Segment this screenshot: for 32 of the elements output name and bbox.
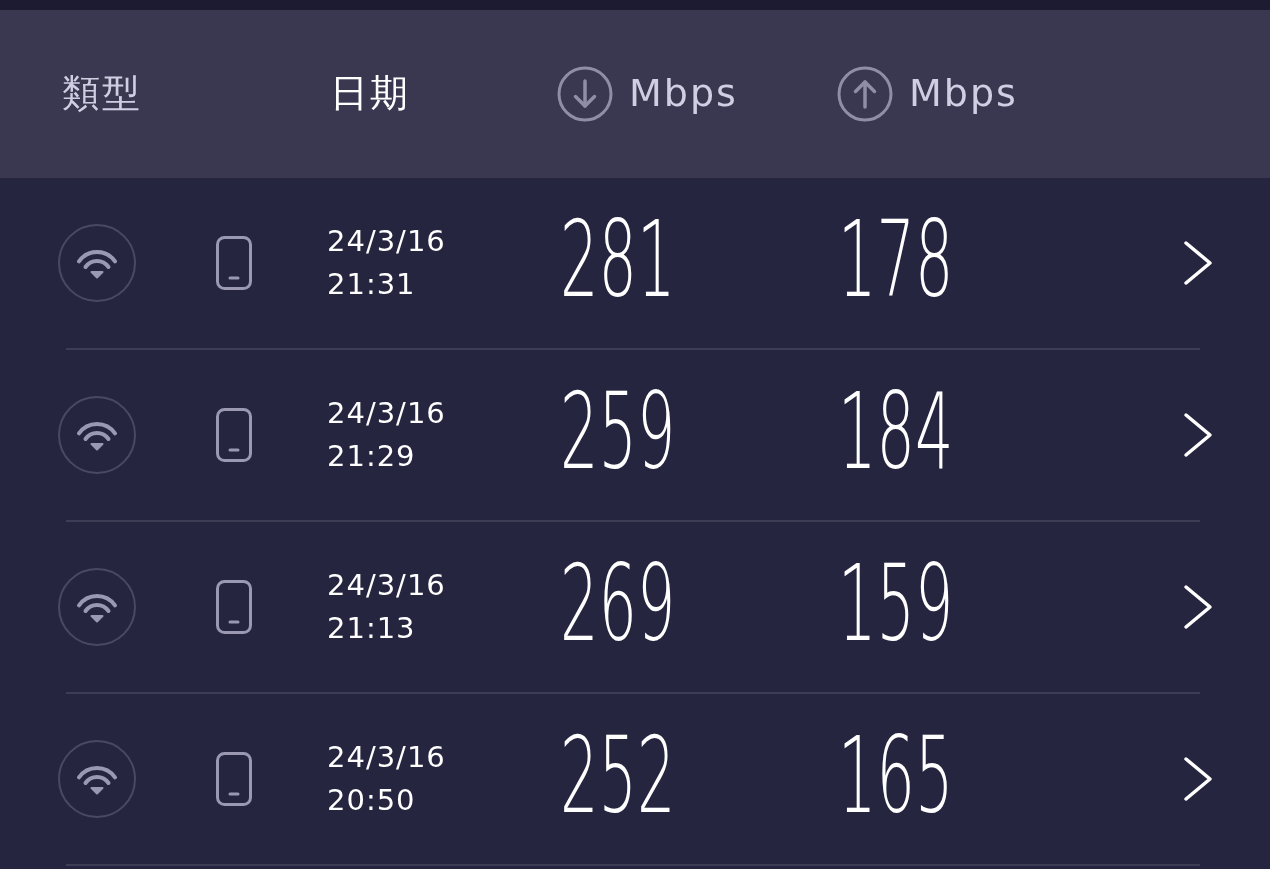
time-text: 20:50 bbox=[327, 782, 416, 819]
chevron-right-icon[interactable] bbox=[1182, 755, 1214, 803]
upload-speed: 159 bbox=[838, 551, 954, 657]
upload-speed: 184 bbox=[838, 379, 954, 485]
column-header[interactable]: Mbps bbox=[557, 66, 738, 122]
wifi-icon bbox=[58, 568, 136, 646]
download-speed: 259 bbox=[560, 379, 676, 485]
download-speed: 281 bbox=[560, 207, 676, 313]
column-header[interactable]: 日期 bbox=[330, 71, 410, 117]
time-text: 21:31 bbox=[327, 266, 416, 303]
chevron-right-icon[interactable] bbox=[1182, 239, 1214, 287]
wifi-icon bbox=[58, 740, 136, 818]
date-text: 24/3/16 bbox=[327, 567, 446, 604]
download-speed: 269 bbox=[560, 551, 676, 657]
date-text: 24/3/16 bbox=[327, 395, 446, 432]
download-speed: 252 bbox=[560, 723, 676, 829]
phone-icon bbox=[216, 752, 252, 806]
upload-speed: 178 bbox=[838, 207, 954, 313]
wifi-icon bbox=[58, 396, 136, 474]
date-text: 24/3/16 bbox=[327, 739, 446, 776]
time-text: 21:29 bbox=[327, 438, 416, 475]
phone-icon bbox=[216, 580, 252, 634]
column-header[interactable]: Mbps bbox=[837, 66, 1018, 122]
column-header[interactable]: 類型 bbox=[62, 71, 142, 117]
phone-icon bbox=[216, 408, 252, 462]
phone-icon bbox=[216, 236, 252, 290]
chevron-right-icon[interactable] bbox=[1182, 411, 1214, 459]
chevron-right-icon[interactable] bbox=[1182, 583, 1214, 631]
date-text: 24/3/16 bbox=[327, 223, 446, 260]
wifi-icon bbox=[58, 224, 136, 302]
upload-speed: 165 bbox=[838, 723, 954, 829]
time-text: 21:13 bbox=[327, 610, 416, 647]
